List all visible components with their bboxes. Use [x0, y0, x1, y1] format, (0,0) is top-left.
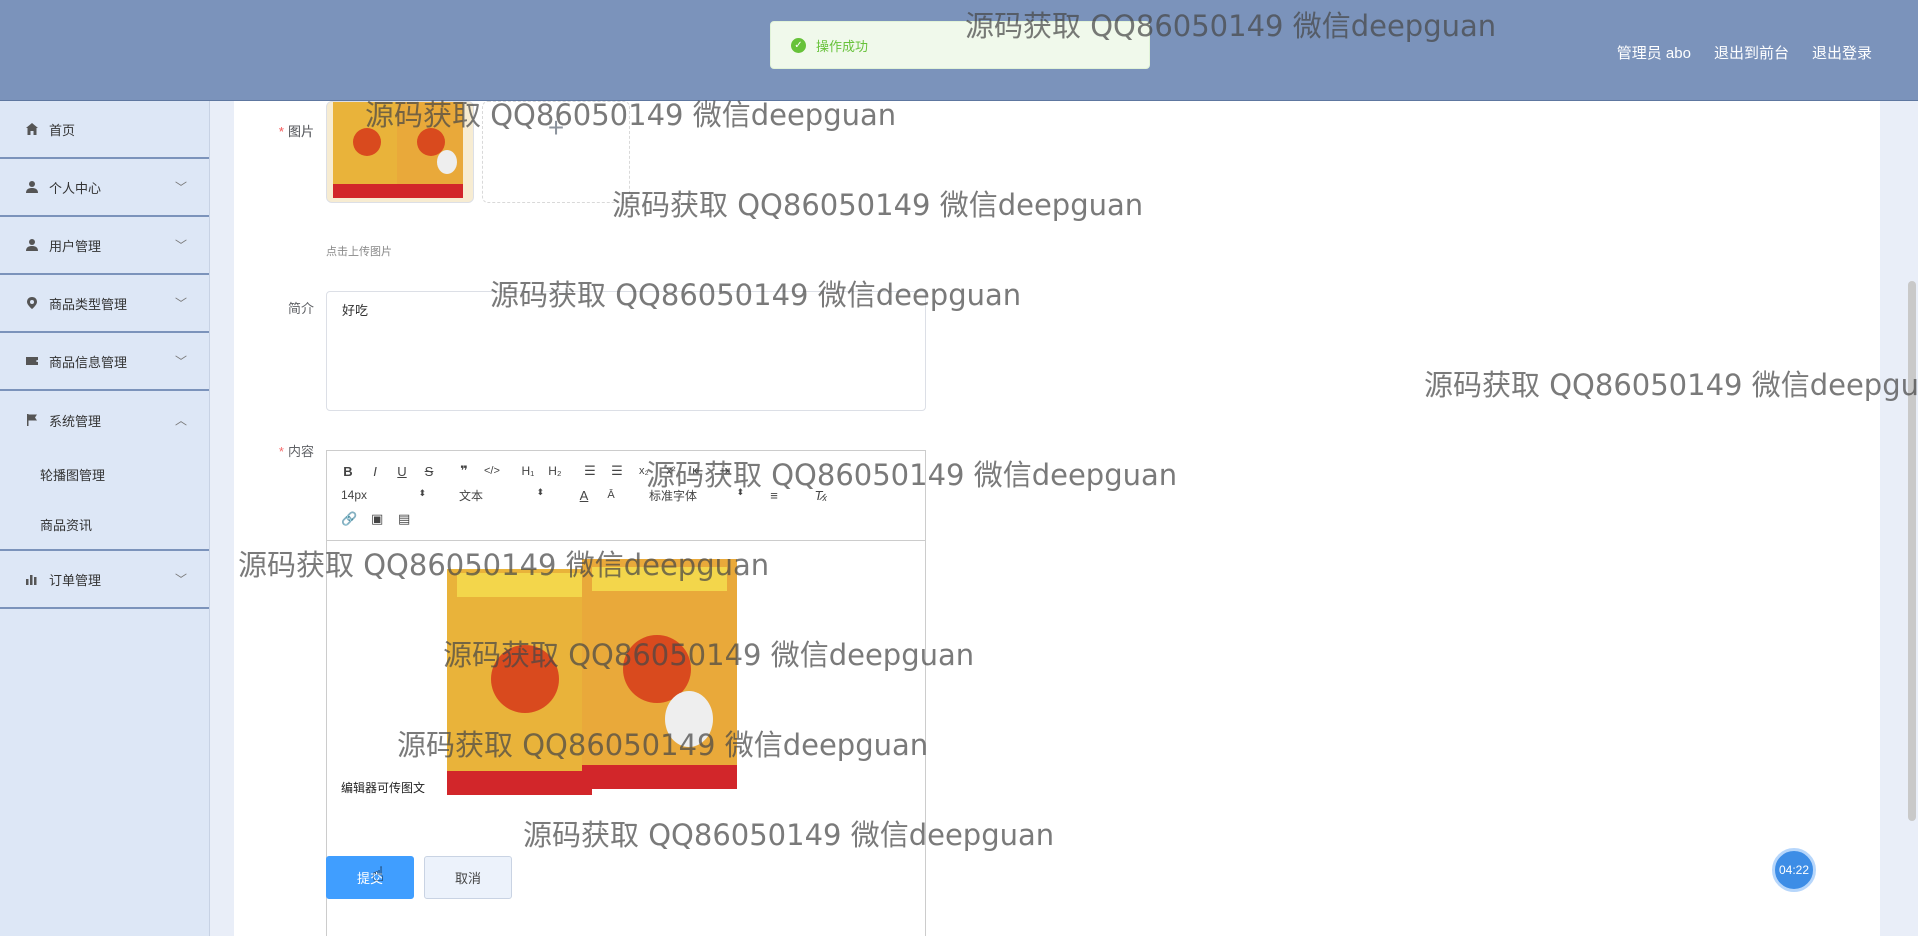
- scrollbar[interactable]: [1908, 281, 1916, 821]
- unordered-list-icon[interactable]: ☰: [610, 463, 624, 479]
- sidebar: 首页 个人中心 ﹀ 用户管理 ﹀ 商品类型管理 ﹀ 商品信息管理 ﹀ 系统管理 …: [0, 101, 210, 936]
- logout-link[interactable]: 退出登录: [1812, 42, 1872, 63]
- chevron-down-icon: ﹀: [174, 296, 187, 311]
- snack-package-image: [327, 102, 473, 202]
- underline-button[interactable]: U: [395, 464, 409, 479]
- clear-format-icon[interactable]: T̷ₓ: [814, 488, 828, 503]
- intro-textarea[interactable]: 好吃: [326, 291, 926, 411]
- sidebar-item-label: 系统管理: [49, 413, 102, 429]
- submit-button[interactable]: 提交: [326, 856, 414, 899]
- uploaded-image-thumbnail[interactable]: [326, 101, 474, 203]
- header-links: 管理员 abo 退出到前台 退出登录: [1617, 42, 1872, 63]
- admin-user-link[interactable]: 管理员 abo: [1617, 42, 1691, 63]
- upload-hint: 点击上传图片: [326, 246, 392, 258]
- timer-badge[interactable]: 04:22: [1772, 848, 1816, 892]
- indent-icon[interactable]: ⇥: [718, 463, 732, 479]
- sidebar-item-home[interactable]: 首页: [0, 101, 209, 159]
- image-icon[interactable]: ▣: [370, 511, 384, 527]
- top-header: ✓ 操作成功 管理员 abo 退出到前台 退出登录: [0, 0, 1918, 101]
- strikethrough-button[interactable]: S: [422, 464, 436, 479]
- editor-toolbar: B I U S ❞ </> H₁ H₂ ☰ ☰ x₂ x² ⇤ ⇥ 14px ⬍ …: [327, 451, 925, 541]
- sidebar-item-product-management[interactable]: 商品信息管理 ﹀: [0, 333, 209, 391]
- rich-text-editor[interactable]: B I U S ❞ </> H₁ H₂ ☰ ☰ x₂ x² ⇤ ⇥ 14px ⬍ …: [326, 450, 926, 936]
- content-label: * 内容: [278, 444, 314, 459]
- heading2-button[interactable]: H₂: [548, 464, 562, 478]
- link-icon[interactable]: 🔗: [341, 511, 357, 527]
- bar-chart-icon: [24, 571, 40, 587]
- bold-button[interactable]: B: [341, 464, 355, 479]
- superscript-icon[interactable]: x²: [664, 465, 678, 477]
- exit-to-frontend-link[interactable]: 退出到前台: [1714, 42, 1789, 63]
- sidebar-item-label: 用户管理: [49, 238, 102, 254]
- heading1-button[interactable]: H₁: [521, 464, 535, 478]
- background-color-icon[interactable]: Ā: [604, 489, 618, 501]
- hand-cursor-icon: ☝: [372, 864, 385, 886]
- font-size-select[interactable]: 14px ⬍: [341, 488, 426, 502]
- blockquote-icon[interactable]: ❞: [457, 463, 471, 479]
- sidebar-item-label: 订单管理: [49, 572, 102, 588]
- sidebar-item-label: 商品信息管理: [49, 354, 128, 370]
- sidebar-item-label: 商品类型管理: [49, 296, 128, 312]
- sidebar-item-user-management[interactable]: 用户管理 ﹀: [0, 217, 209, 275]
- toast-text: 操作成功: [816, 38, 869, 54]
- chevron-up-icon: ︿: [174, 413, 187, 428]
- sidebar-item-category-management[interactable]: 商品类型管理 ﹀: [0, 275, 209, 333]
- code-icon[interactable]: </>: [484, 465, 500, 477]
- image-label: * 图片: [278, 124, 314, 139]
- sidebar-item-personal-center[interactable]: 个人中心 ﹀: [0, 159, 209, 217]
- home-icon: [24, 121, 40, 137]
- sidebar-subitem-news[interactable]: 商品资讯: [0, 499, 209, 549]
- system-submenu: 轮播图管理 商品资讯: [0, 449, 209, 551]
- snack-package-image: [447, 559, 737, 795]
- chevron-down-icon: ﹀: [174, 354, 187, 369]
- sidebar-item-system-management[interactable]: 系统管理 ︿: [0, 391, 209, 449]
- italic-button[interactable]: I: [368, 464, 382, 479]
- font-family-select[interactable]: 标准字体 ⬍: [649, 487, 744, 504]
- outdent-icon[interactable]: ⇤: [691, 463, 705, 479]
- check-icon: ✓: [791, 37, 806, 53]
- align-icon[interactable]: ≡: [767, 488, 781, 503]
- user-icon: [24, 179, 40, 195]
- right-gutter: [1880, 101, 1918, 936]
- location-icon: [24, 295, 40, 311]
- sidebar-item-label: 首页: [49, 122, 76, 138]
- plus-icon: +: [547, 112, 565, 143]
- sidebar-item-label: 个人中心: [49, 180, 102, 196]
- video-icon[interactable]: ▤: [397, 511, 411, 527]
- cancel-button[interactable]: 取消: [424, 856, 512, 899]
- user-icon: [24, 237, 40, 253]
- chevron-down-icon: ﹀: [174, 180, 187, 195]
- paragraph-select[interactable]: 文本 ⬍: [459, 487, 544, 504]
- editor-body[interactable]: 编辑器可传图文: [327, 541, 925, 795]
- font-color-icon[interactable]: A: [577, 488, 591, 503]
- flag-icon: [24, 412, 40, 428]
- subscript-icon[interactable]: x₂: [637, 465, 651, 477]
- editor-text: 编辑器可传图文: [341, 781, 426, 795]
- image-upload-box[interactable]: +: [482, 101, 630, 203]
- chevron-down-icon: ﹀: [174, 572, 187, 587]
- success-toast: ✓ 操作成功: [770, 21, 1150, 69]
- chevron-down-icon: ﹀: [174, 238, 187, 253]
- ticket-icon: [24, 353, 40, 369]
- sidebar-subitem-carousel[interactable]: 轮播图管理: [0, 449, 209, 499]
- sidebar-item-order-management[interactable]: 订单管理 ﹀: [0, 551, 209, 609]
- ordered-list-icon[interactable]: ☰: [583, 463, 597, 479]
- intro-label: 简介: [287, 301, 314, 316]
